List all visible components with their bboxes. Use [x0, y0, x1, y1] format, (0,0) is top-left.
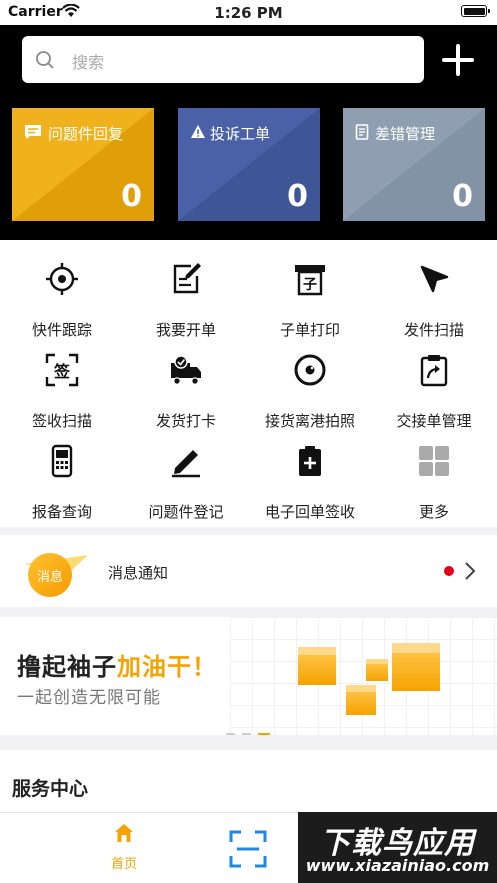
section-title: 服务中心 — [12, 778, 89, 800]
cube-decoration — [392, 643, 440, 691]
menu-item-handover[interactable]: 交接单管理 — [372, 341, 496, 430]
pencil-icon — [172, 450, 200, 478]
menu-item-more[interactable]: 更多 — [372, 432, 496, 521]
banner-title: 撸起袖子加油干！ — [17, 653, 217, 681]
service-center: 服务中心 — [0, 750, 497, 812]
banner-pagination[interactable] — [226, 721, 277, 735]
message-notice-row[interactable]: 消息 消息通知 — [0, 535, 497, 607]
sign-scan-icon: 签 — [45, 353, 79, 387]
status-time: 1:26 PM — [214, 4, 283, 22]
search-icon — [36, 51, 54, 69]
menu-label: 接货离港拍照 — [264, 412, 355, 430]
unread-dot — [444, 566, 454, 576]
card-value: 0 — [287, 179, 308, 214]
card-value: 0 — [121, 179, 142, 214]
add-button[interactable] — [440, 42, 476, 78]
target-icon — [46, 263, 78, 295]
watermark: 下载鸟应用 www.xiazainiao.com — [298, 812, 497, 883]
menu-label: 交接单管理 — [396, 412, 472, 430]
search-input[interactable]: 搜索 — [22, 36, 424, 83]
menu-label: 更多 — [418, 503, 449, 521]
menu-item-dispatch-scan[interactable]: 发件扫描 — [372, 250, 496, 339]
menu-item-problem-register[interactable]: 问题件登记 — [124, 432, 248, 521]
edit-form-icon — [173, 263, 201, 294]
truck-check-icon — [171, 355, 201, 385]
menu-label: 发件扫描 — [403, 321, 464, 339]
menu-item-e-receipt[interactable]: 电子回单签收 — [248, 432, 372, 521]
card-label: 投诉工单 — [210, 125, 271, 143]
menu-item-sub-print[interactable]: 子 子单打印 — [248, 250, 372, 339]
menu-item-report-query[interactable]: 报备查询 — [0, 432, 124, 521]
watermark-url: www.xiazainiao.com — [305, 856, 490, 875]
menu-label: 报备查询 — [31, 503, 92, 521]
menu-label: 问题件登记 — [148, 503, 224, 521]
send-arrow-icon — [420, 265, 449, 293]
warning-icon — [191, 125, 205, 138]
grid-more-icon — [419, 446, 449, 476]
calculator-icon — [51, 444, 73, 478]
message-badge: 消息 — [14, 549, 94, 599]
cube-decoration — [346, 685, 376, 715]
clipboard-share-icon — [420, 355, 448, 387]
search-placeholder: 搜索 — [72, 53, 105, 72]
cube-decoration — [298, 647, 336, 685]
home-icon — [115, 824, 133, 842]
menu-label: 发货打卡 — [155, 412, 216, 430]
status-bar: Carrier 1:26 PM — [0, 0, 497, 25]
clipboard-plus-icon — [299, 446, 321, 476]
battery-icon — [461, 5, 490, 17]
svg-text:子: 子 — [303, 277, 317, 293]
header: 搜索 问题件回复 0 投诉工单 0 差错管理 0 — [0, 25, 497, 240]
menu-label: 快件跟踪 — [31, 321, 92, 339]
banner-subtitle: 一起创造无限可能 — [17, 688, 161, 708]
tab-label: 首页 — [110, 857, 137, 872]
scan-icon[interactable] — [229, 830, 267, 868]
banner-grid-decoration — [230, 617, 497, 735]
menu-label: 电子回单签收 — [264, 503, 355, 521]
menu-item-create-order[interactable]: 我要开单 — [124, 250, 248, 339]
notice-title: 消息通知 — [108, 564, 169, 582]
menu-label: 我要开单 — [155, 321, 216, 339]
card-value: 0 — [452, 179, 473, 214]
promo-banner[interactable]: 撸起袖子加油干！ 一起创造无限可能 — [0, 617, 497, 735]
function-menu: 快件跟踪 我要开单 子 子单打印 发件扫描 签 签收扫描 发货打卡 接货离港拍照… — [0, 240, 497, 527]
badge-text: 消息 — [36, 570, 63, 585]
card-label: 差错管理 — [375, 125, 436, 143]
card-error-management[interactable]: 差错管理 0 — [343, 108, 485, 221]
card-complaint[interactable]: 投诉工单 0 — [178, 108, 320, 221]
message-icon — [25, 125, 41, 139]
document-icon — [355, 124, 369, 140]
menu-item-sign-scan[interactable]: 签 签收扫描 — [0, 341, 124, 430]
camera-lens-icon — [294, 354, 326, 386]
printer-icon: 子 — [295, 265, 325, 296]
chevron-right-icon — [465, 562, 476, 580]
cube-decoration — [366, 659, 388, 681]
menu-item-track[interactable]: 快件跟踪 — [0, 250, 124, 339]
menu-label: 签收扫描 — [31, 412, 92, 430]
svg-text:签: 签 — [53, 362, 71, 381]
menu-label: 子单打印 — [279, 321, 340, 339]
menu-item-depart-photo[interactable]: 接货离港拍照 — [248, 341, 372, 430]
card-label: 问题件回复 — [48, 125, 124, 143]
card-problem-reply[interactable]: 问题件回复 0 — [12, 108, 154, 221]
menu-item-ship-checkin[interactable]: 发货打卡 — [124, 341, 248, 430]
tab-home[interactable]: 首页 — [96, 823, 152, 875]
